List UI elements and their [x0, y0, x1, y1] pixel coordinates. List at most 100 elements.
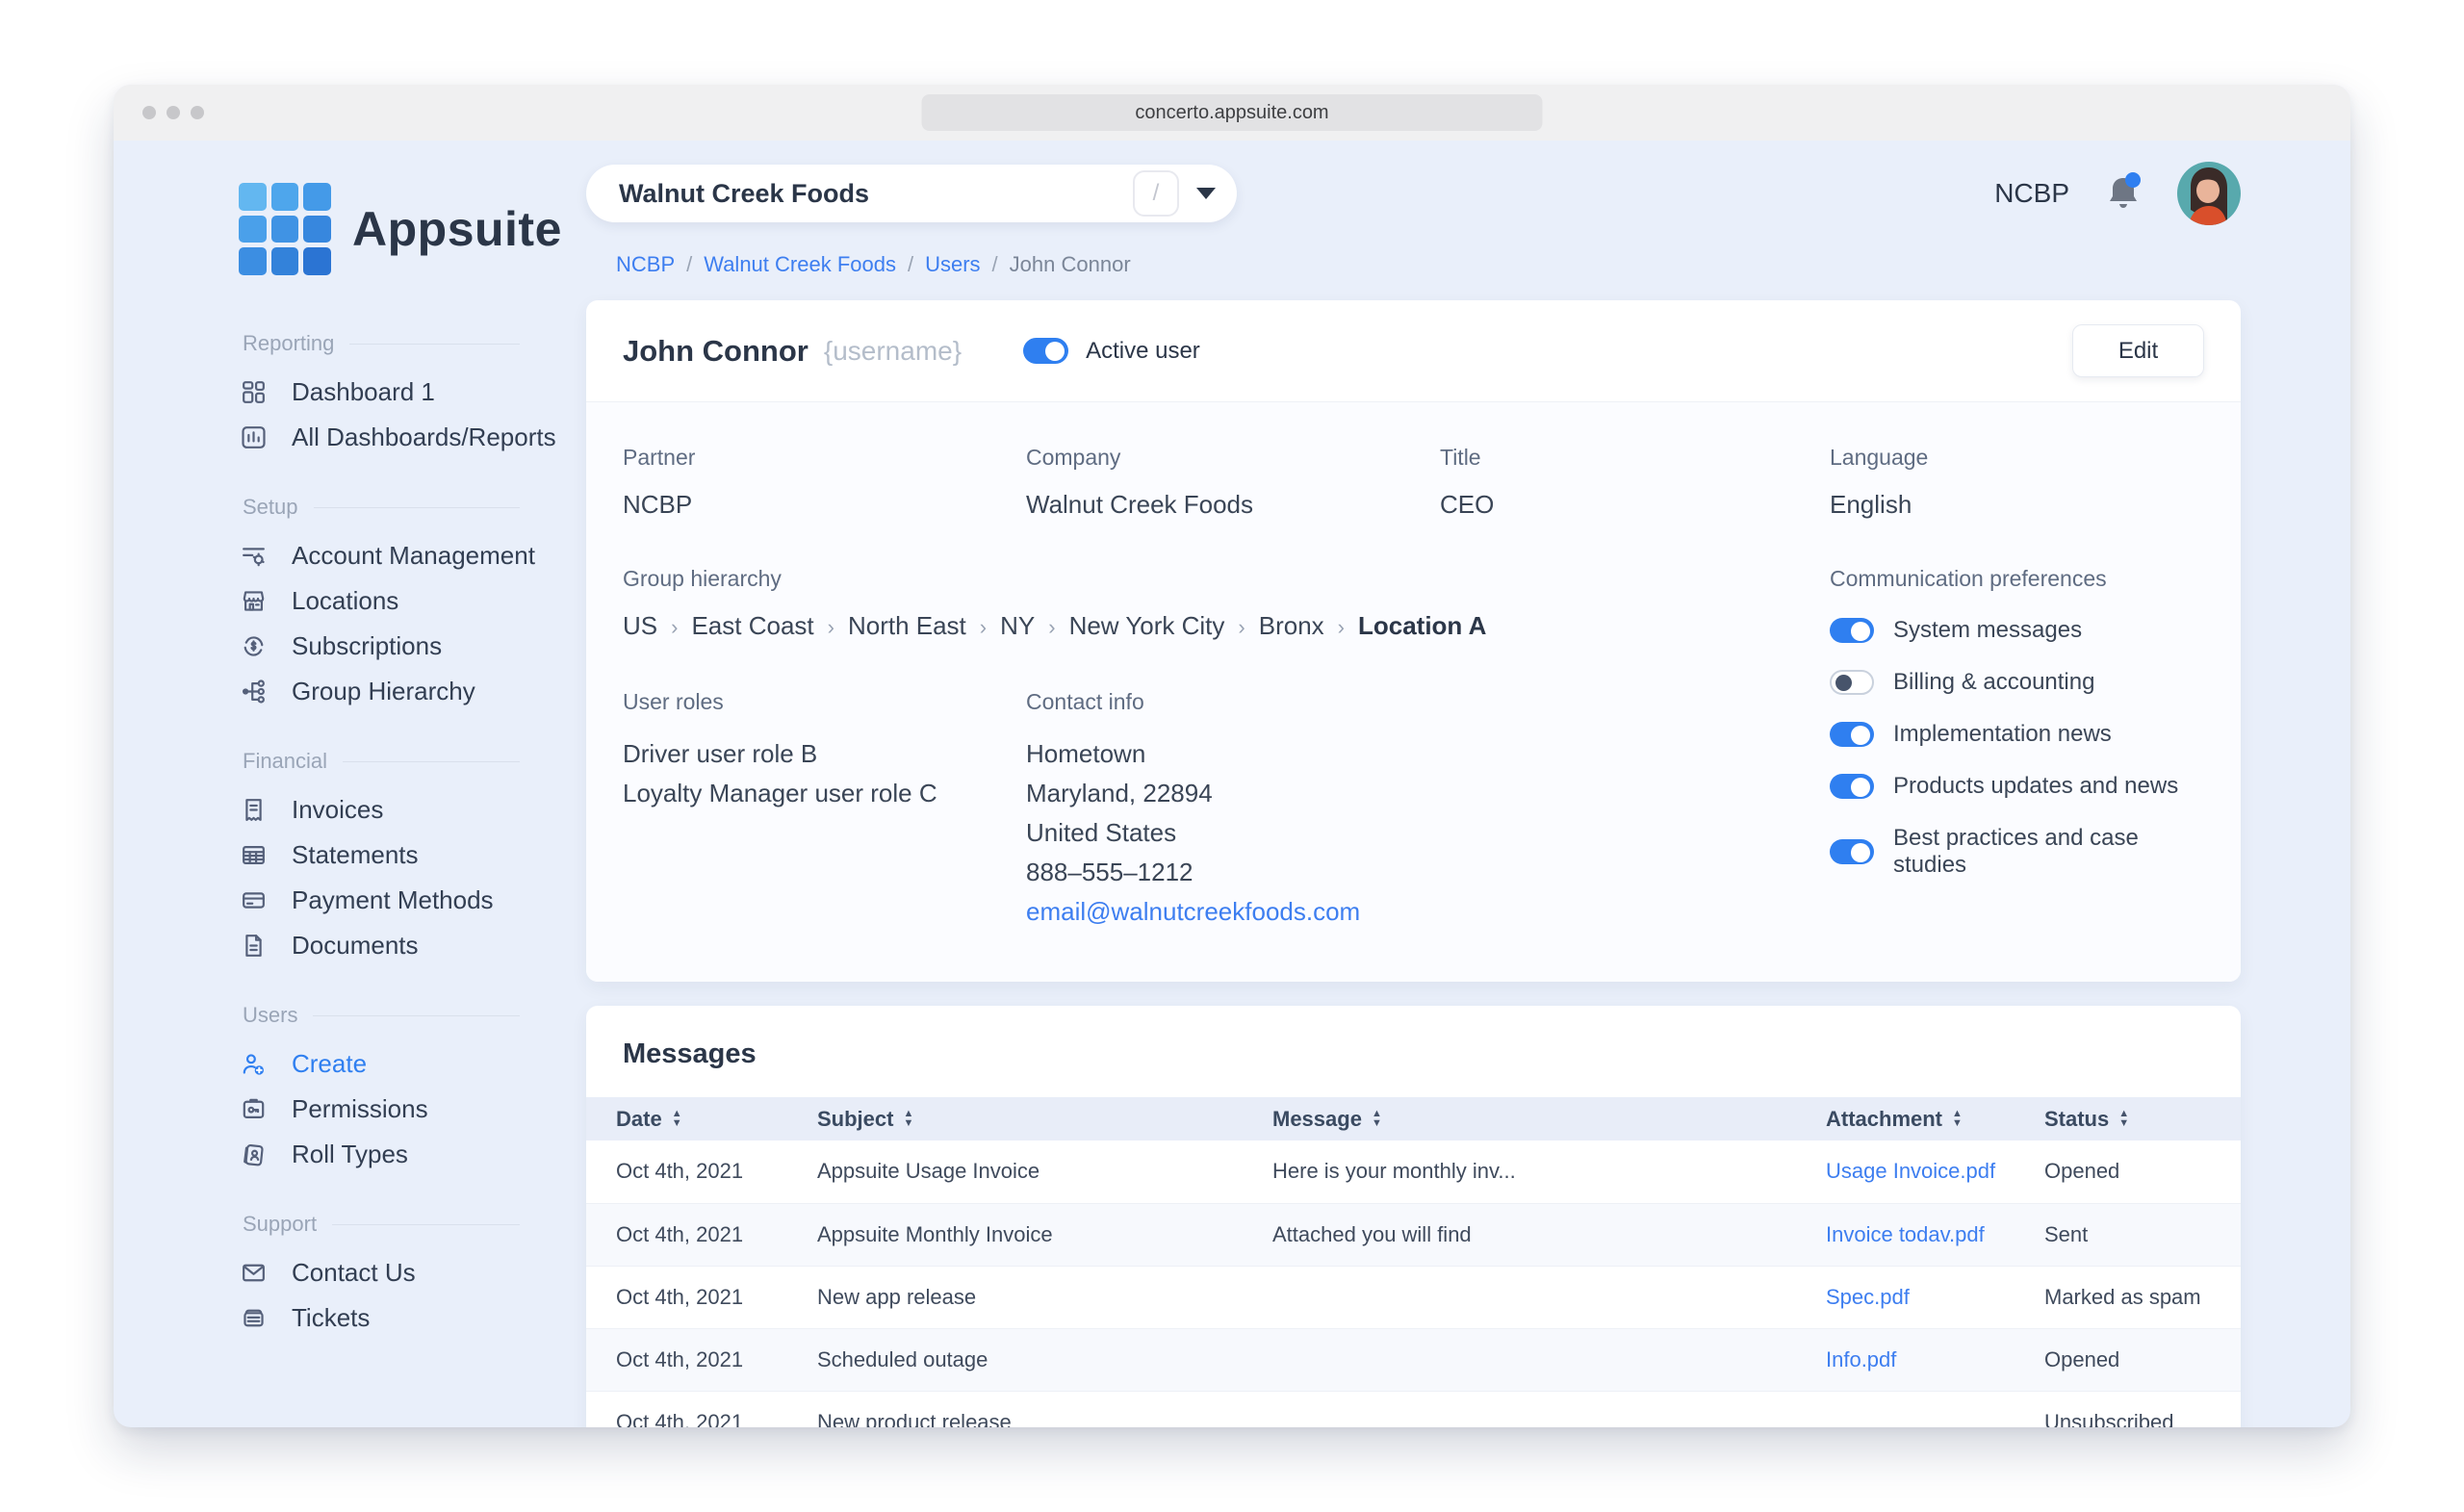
- company-selector[interactable]: Walnut Creek Foods /: [586, 165, 1237, 222]
- reports-icon: [239, 423, 269, 452]
- sidebar-item-create[interactable]: Create: [239, 1041, 520, 1087]
- cell-status: Opened: [2044, 1140, 2241, 1203]
- breadcrumb-link-ncbp[interactable]: NCBP: [616, 252, 675, 277]
- sidebar-item-dashboard-1[interactable]: Dashboard 1: [239, 370, 520, 415]
- sidebar-item-all-dashboards-reports[interactable]: All Dashboards/Reports: [239, 415, 520, 460]
- cell-subject: Scheduled outage: [817, 1328, 1272, 1391]
- field-label: Title: [1440, 445, 1830, 471]
- cell-message: [1272, 1328, 1826, 1391]
- breadcrumb-separator: /: [908, 252, 913, 277]
- attachment-link[interactable]: Spec.pdf: [1826, 1285, 1910, 1309]
- sidebar-item-label: Account Management: [292, 541, 535, 571]
- window-zoom-button[interactable]: [191, 106, 204, 119]
- sidebar-item-locations[interactable]: Locations: [239, 578, 520, 624]
- field-label: Language: [1830, 445, 2204, 471]
- sidebar-item-permissions[interactable]: Permissions: [239, 1087, 520, 1132]
- system-messages-toggle[interactable]: [1830, 618, 1874, 643]
- product-updates-toggle[interactable]: [1830, 774, 1874, 799]
- cell-date: Oct 4th, 2021: [586, 1266, 817, 1328]
- app-body: Appsuite Reporting Dashboard 1 All Dashb…: [114, 141, 2350, 1427]
- user-card-header: John Connor {username} Active user Edit: [586, 300, 2241, 402]
- logo-grid-icon: [239, 183, 331, 275]
- section-divider: [313, 1015, 520, 1016]
- envelope-icon: [239, 1258, 269, 1288]
- sidebar-item-contact-us[interactable]: Contact Us: [239, 1250, 520, 1295]
- user-avatar[interactable]: [2177, 162, 2241, 225]
- pref-implementation-news: Implementation news: [1830, 721, 2204, 748]
- cell-message: [1272, 1266, 1826, 1328]
- section-divider: [343, 761, 520, 762]
- hierarchy-icon: [239, 677, 269, 706]
- edit-button[interactable]: Edit: [2072, 324, 2204, 377]
- window-close-button[interactable]: [142, 106, 156, 119]
- window-minimize-button[interactable]: [167, 106, 180, 119]
- contact-email-link[interactable]: email@walnutcreekfoods.com: [1026, 897, 1360, 926]
- breadcrumb-separator: /: [686, 252, 692, 277]
- column-header-attachment[interactable]: Attachment▲▼: [1826, 1097, 2044, 1140]
- hierarchy-node: NY: [1000, 611, 1055, 641]
- active-user-control: Active user: [1023, 338, 1200, 365]
- address-bar[interactable]: concerto.appsuite.com: [922, 94, 1543, 131]
- implementation-news-toggle[interactable]: [1830, 722, 1874, 747]
- attachment-link[interactable]: Info.pdf: [1826, 1347, 1896, 1371]
- sort-icon: ▲▼: [903, 1110, 913, 1128]
- breadcrumb-link-company[interactable]: Walnut Creek Foods: [704, 252, 896, 277]
- dashboard-icon: [239, 377, 269, 407]
- browser-window: concerto.appsuite.com Appsuite Reporting: [114, 85, 2350, 1427]
- billing-accounting-toggle[interactable]: [1830, 670, 1874, 695]
- breadcrumb-separator: /: [992, 252, 998, 277]
- column-header-message[interactable]: Message▲▼: [1272, 1097, 1826, 1140]
- pref-label: Best practices and case studies: [1893, 825, 2204, 879]
- top-bar: Walnut Creek Foods / NCBP: [586, 164, 2241, 223]
- table-icon: [239, 840, 269, 870]
- table-row: Oct 4th, 2021 New app release Spec.pdf M…: [586, 1266, 2241, 1328]
- breadcrumb-current-page: John Connor: [1010, 252, 1131, 277]
- screen: concerto.appsuite.com Appsuite Reporting: [0, 0, 2464, 1512]
- window-controls[interactable]: [142, 106, 204, 119]
- section-divider: [314, 507, 521, 508]
- cell-status: Opened: [2044, 1328, 2241, 1391]
- field-label: Partner: [623, 445, 1026, 471]
- attachment-link[interactable]: Usage Invoice.pdf: [1826, 1159, 1995, 1183]
- contact-phone: 888–555–1212: [1026, 853, 1440, 892]
- user-card-body: Partner NCBP Company Walnut Creek Foods …: [586, 402, 2241, 982]
- sidebar-item-group-hierarchy[interactable]: Group Hierarchy: [239, 669, 520, 714]
- section-title: Support: [243, 1212, 317, 1237]
- sidebar-item-documents[interactable]: Documents: [239, 923, 520, 968]
- field-company: Company Walnut Creek Foods: [1026, 445, 1440, 520]
- cell-date: Oct 4th, 2021: [586, 1328, 817, 1391]
- sidebar-item-subscriptions[interactable]: Subscriptions: [239, 624, 520, 669]
- toggle-knob: [1851, 843, 1870, 862]
- pref-best-practices: Best practices and case studies: [1830, 825, 2204, 879]
- column-header-status[interactable]: Status▲▼: [2044, 1097, 2241, 1140]
- breadcrumb-link-users[interactable]: Users: [925, 252, 980, 277]
- sidebar-item-payment-methods[interactable]: Payment Methods: [239, 878, 520, 923]
- best-practices-toggle[interactable]: [1830, 839, 1874, 864]
- sidebar-item-label: Subscriptions: [292, 631, 442, 661]
- sidebar-item-invoices[interactable]: Invoices: [239, 787, 520, 833]
- sidebar-item-roll-types[interactable]: Roll Types: [239, 1132, 520, 1177]
- app-logo[interactable]: Appsuite: [239, 183, 586, 275]
- attachment-link[interactable]: Invoice todav.pdf: [1826, 1222, 1985, 1246]
- notifications-bell[interactable]: [2102, 170, 2144, 217]
- column-header-subject[interactable]: Subject▲▼: [817, 1097, 1272, 1140]
- pref-label: Products updates and news: [1893, 773, 2178, 800]
- group-hierarchy-path: US East Coast North East NY New York Cit…: [623, 611, 1830, 641]
- notification-dot: [2125, 172, 2141, 188]
- cell-subject: New app release: [817, 1266, 1272, 1328]
- group-hierarchy: Group hierarchy US East Coast North East…: [623, 566, 1830, 641]
- sidebar-item-statements[interactable]: Statements: [239, 833, 520, 878]
- chevron-down-icon: [1196, 188, 1216, 199]
- sidebar-item-tickets[interactable]: Tickets: [239, 1295, 520, 1341]
- group-hierarchy-label: Group hierarchy: [623, 566, 1830, 592]
- sidebar-section-setup: Setup: [243, 495, 520, 520]
- active-user-toggle[interactable]: [1023, 338, 1068, 364]
- field-value: NCBP: [623, 490, 1026, 520]
- main-content: Walnut Creek Foods / NCBP: [586, 141, 2350, 1427]
- user-detail-card: John Connor {username} Active user Edit …: [586, 300, 2241, 982]
- comm-prefs-label: Communication preferences: [1830, 566, 2204, 592]
- column-header-date[interactable]: Date▲▼: [586, 1097, 817, 1140]
- user-roles-label: User roles: [623, 689, 1026, 715]
- sidebar-item-account-management[interactable]: Account Management: [239, 533, 520, 578]
- field-language: Language English: [1830, 445, 2204, 520]
